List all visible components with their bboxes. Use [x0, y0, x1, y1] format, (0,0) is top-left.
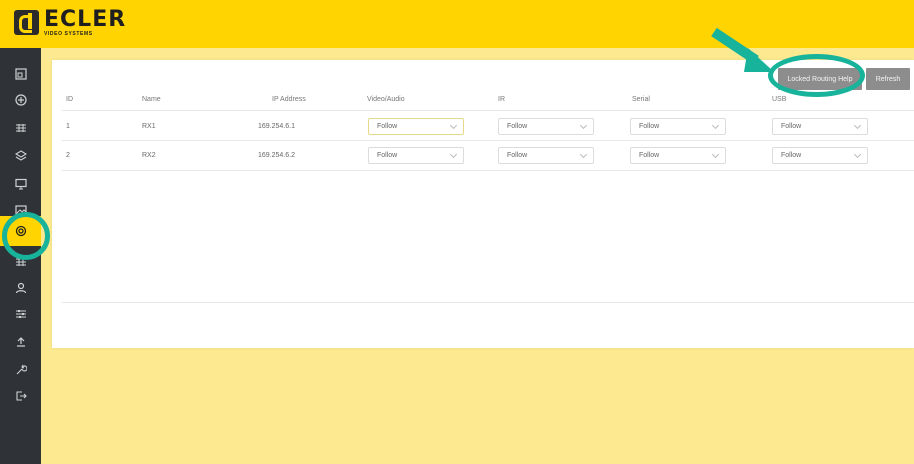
- row1-usb-select[interactable]: Follow: [772, 118, 868, 135]
- row1-serial-select[interactable]: Follow: [630, 118, 726, 135]
- sliders-icon[interactable]: [0, 302, 41, 326]
- logo-mark-icon: [14, 10, 39, 35]
- row1-ip: 169.254.6.1: [258, 123, 295, 130]
- logo-word: ECLER: [44, 7, 127, 32]
- col-name-header: Name: [142, 96, 161, 103]
- col-ir-header: IR: [498, 96, 505, 103]
- chevron-down-icon: [853, 150, 862, 159]
- row1-video-audio-value: Follow: [377, 123, 398, 130]
- row2-video-audio-select[interactable]: Follow: [368, 147, 464, 164]
- chevron-down-icon: [853, 121, 862, 130]
- col-ip-header: IP Address: [272, 96, 306, 103]
- grid-icon[interactable]: [0, 116, 41, 140]
- row2-name: RX2: [142, 152, 156, 159]
- layers-icon[interactable]: [0, 144, 41, 168]
- chevron-down-icon: [579, 150, 588, 159]
- ecler-logo: ECLER VIDEO SYSTEMS: [14, 7, 127, 37]
- logout-icon[interactable]: [0, 384, 41, 408]
- row1-id: 1: [66, 123, 70, 130]
- wrench-icon[interactable]: [0, 358, 41, 382]
- routing-card: [52, 60, 914, 348]
- row2-ir-select[interactable]: Follow: [498, 147, 594, 164]
- row2-usb-value: Follow: [781, 152, 802, 159]
- row2-usb-select[interactable]: Follow: [772, 147, 868, 164]
- row2-ir-value: Follow: [507, 152, 528, 159]
- add-circle-icon[interactable]: [0, 88, 41, 112]
- pointer-arrow-icon: [711, 27, 774, 72]
- row1-ir-select[interactable]: Follow: [498, 118, 594, 135]
- dashboard-icon[interactable]: [0, 62, 41, 86]
- header-divider: [62, 110, 914, 111]
- logo-subtitle: VIDEO SYSTEMS: [44, 31, 93, 37]
- col-usb-header: USB: [772, 96, 787, 103]
- user-icon[interactable]: [0, 276, 41, 300]
- chevron-down-icon: [579, 121, 588, 130]
- row2-serial-select[interactable]: Follow: [630, 147, 726, 164]
- col-id-header: ID: [66, 96, 73, 103]
- row1-video-audio-select[interactable]: Follow: [368, 118, 464, 135]
- row2-ip: 169.254.6.2: [258, 152, 295, 159]
- chevron-down-icon: [449, 121, 458, 130]
- monitor-icon[interactable]: [0, 172, 41, 196]
- col-serial-header: Serial: [632, 96, 650, 103]
- row1-name: RX1: [142, 123, 156, 130]
- refresh-button[interactable]: Refresh: [866, 68, 910, 90]
- row1-ir-value: Follow: [507, 123, 528, 130]
- row2-video-audio-value: Follow: [377, 152, 398, 159]
- row-divider: [62, 170, 914, 171]
- chevron-down-icon: [711, 121, 720, 130]
- chevron-down-icon: [711, 150, 720, 159]
- sidebar-highlight-circle: [2, 212, 50, 260]
- row1-serial-value: Follow: [639, 123, 660, 130]
- row2-serial-value: Follow: [639, 152, 660, 159]
- col-video-audio-header: Video/Audio: [367, 96, 405, 103]
- row2-id: 2: [66, 152, 70, 159]
- upload-icon[interactable]: [0, 330, 41, 354]
- chevron-down-icon: [449, 150, 458, 159]
- row1-usb-value: Follow: [781, 123, 802, 130]
- row-divider: [62, 140, 914, 141]
- table-bottom-divider: [62, 302, 914, 303]
